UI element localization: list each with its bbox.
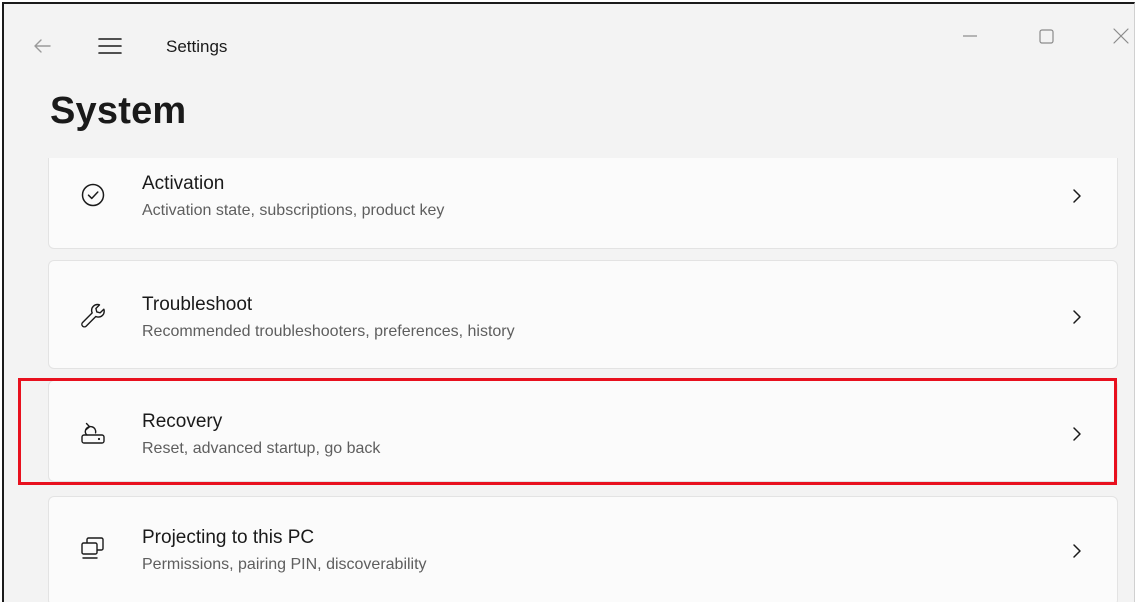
settings-item-subtitle: Activation state, subscriptions, product… (142, 202, 445, 219)
settings-item-projecting[interactable]: Projecting to this PC Permissions, pairi… (48, 496, 1118, 602)
chevron-right-icon (1073, 544, 1081, 558)
projecting-icon (81, 537, 104, 559)
maximize-icon (1039, 29, 1054, 44)
recovery-icon (81, 422, 105, 444)
app-title: Settings (166, 37, 228, 56)
settings-item-title: Projecting to this PC (142, 527, 315, 548)
close-icon (1113, 28, 1129, 44)
check-circle-icon (81, 183, 105, 207)
settings-item-subtitle: Permissions, pairing PIN, discoverabilit… (142, 556, 427, 573)
settings-item-recovery[interactable]: Recovery Reset, advanced startup, go bac… (48, 380, 1118, 482)
settings-item-troubleshoot[interactable]: Troubleshoot Recommended troubleshooters… (48, 260, 1118, 369)
settings-item-activation[interactable]: Activation Activation state, subscriptio… (48, 158, 1118, 249)
close-button[interactable] (1101, 18, 1134, 54)
title-bar: Settings (4, 4, 1134, 88)
minimize-button[interactable] (950, 18, 990, 54)
settings-item-title: Activation (142, 173, 225, 194)
settings-item-subtitle: Recommended troubleshooters, preferences… (142, 323, 515, 340)
wrench-icon (81, 303, 105, 328)
maximize-button[interactable] (1026, 18, 1066, 54)
chevron-right-icon (1073, 189, 1081, 203)
chevron-right-icon (1073, 310, 1081, 324)
settings-item-subtitle: Reset, advanced startup, go back (142, 440, 381, 457)
navigation-menu-button[interactable] (92, 30, 128, 62)
back-arrow-icon (34, 39, 51, 53)
hamburger-menu-icon (98, 38, 122, 54)
settings-window: Settings System Activation Activation st… (2, 2, 1135, 602)
settings-item-title: Recovery (142, 411, 223, 432)
minimize-icon (963, 35, 977, 37)
settings-item-title: Troubleshoot (142, 294, 253, 315)
back-button[interactable] (26, 30, 58, 62)
chevron-right-icon (1073, 427, 1081, 441)
page-title: System (50, 90, 187, 132)
